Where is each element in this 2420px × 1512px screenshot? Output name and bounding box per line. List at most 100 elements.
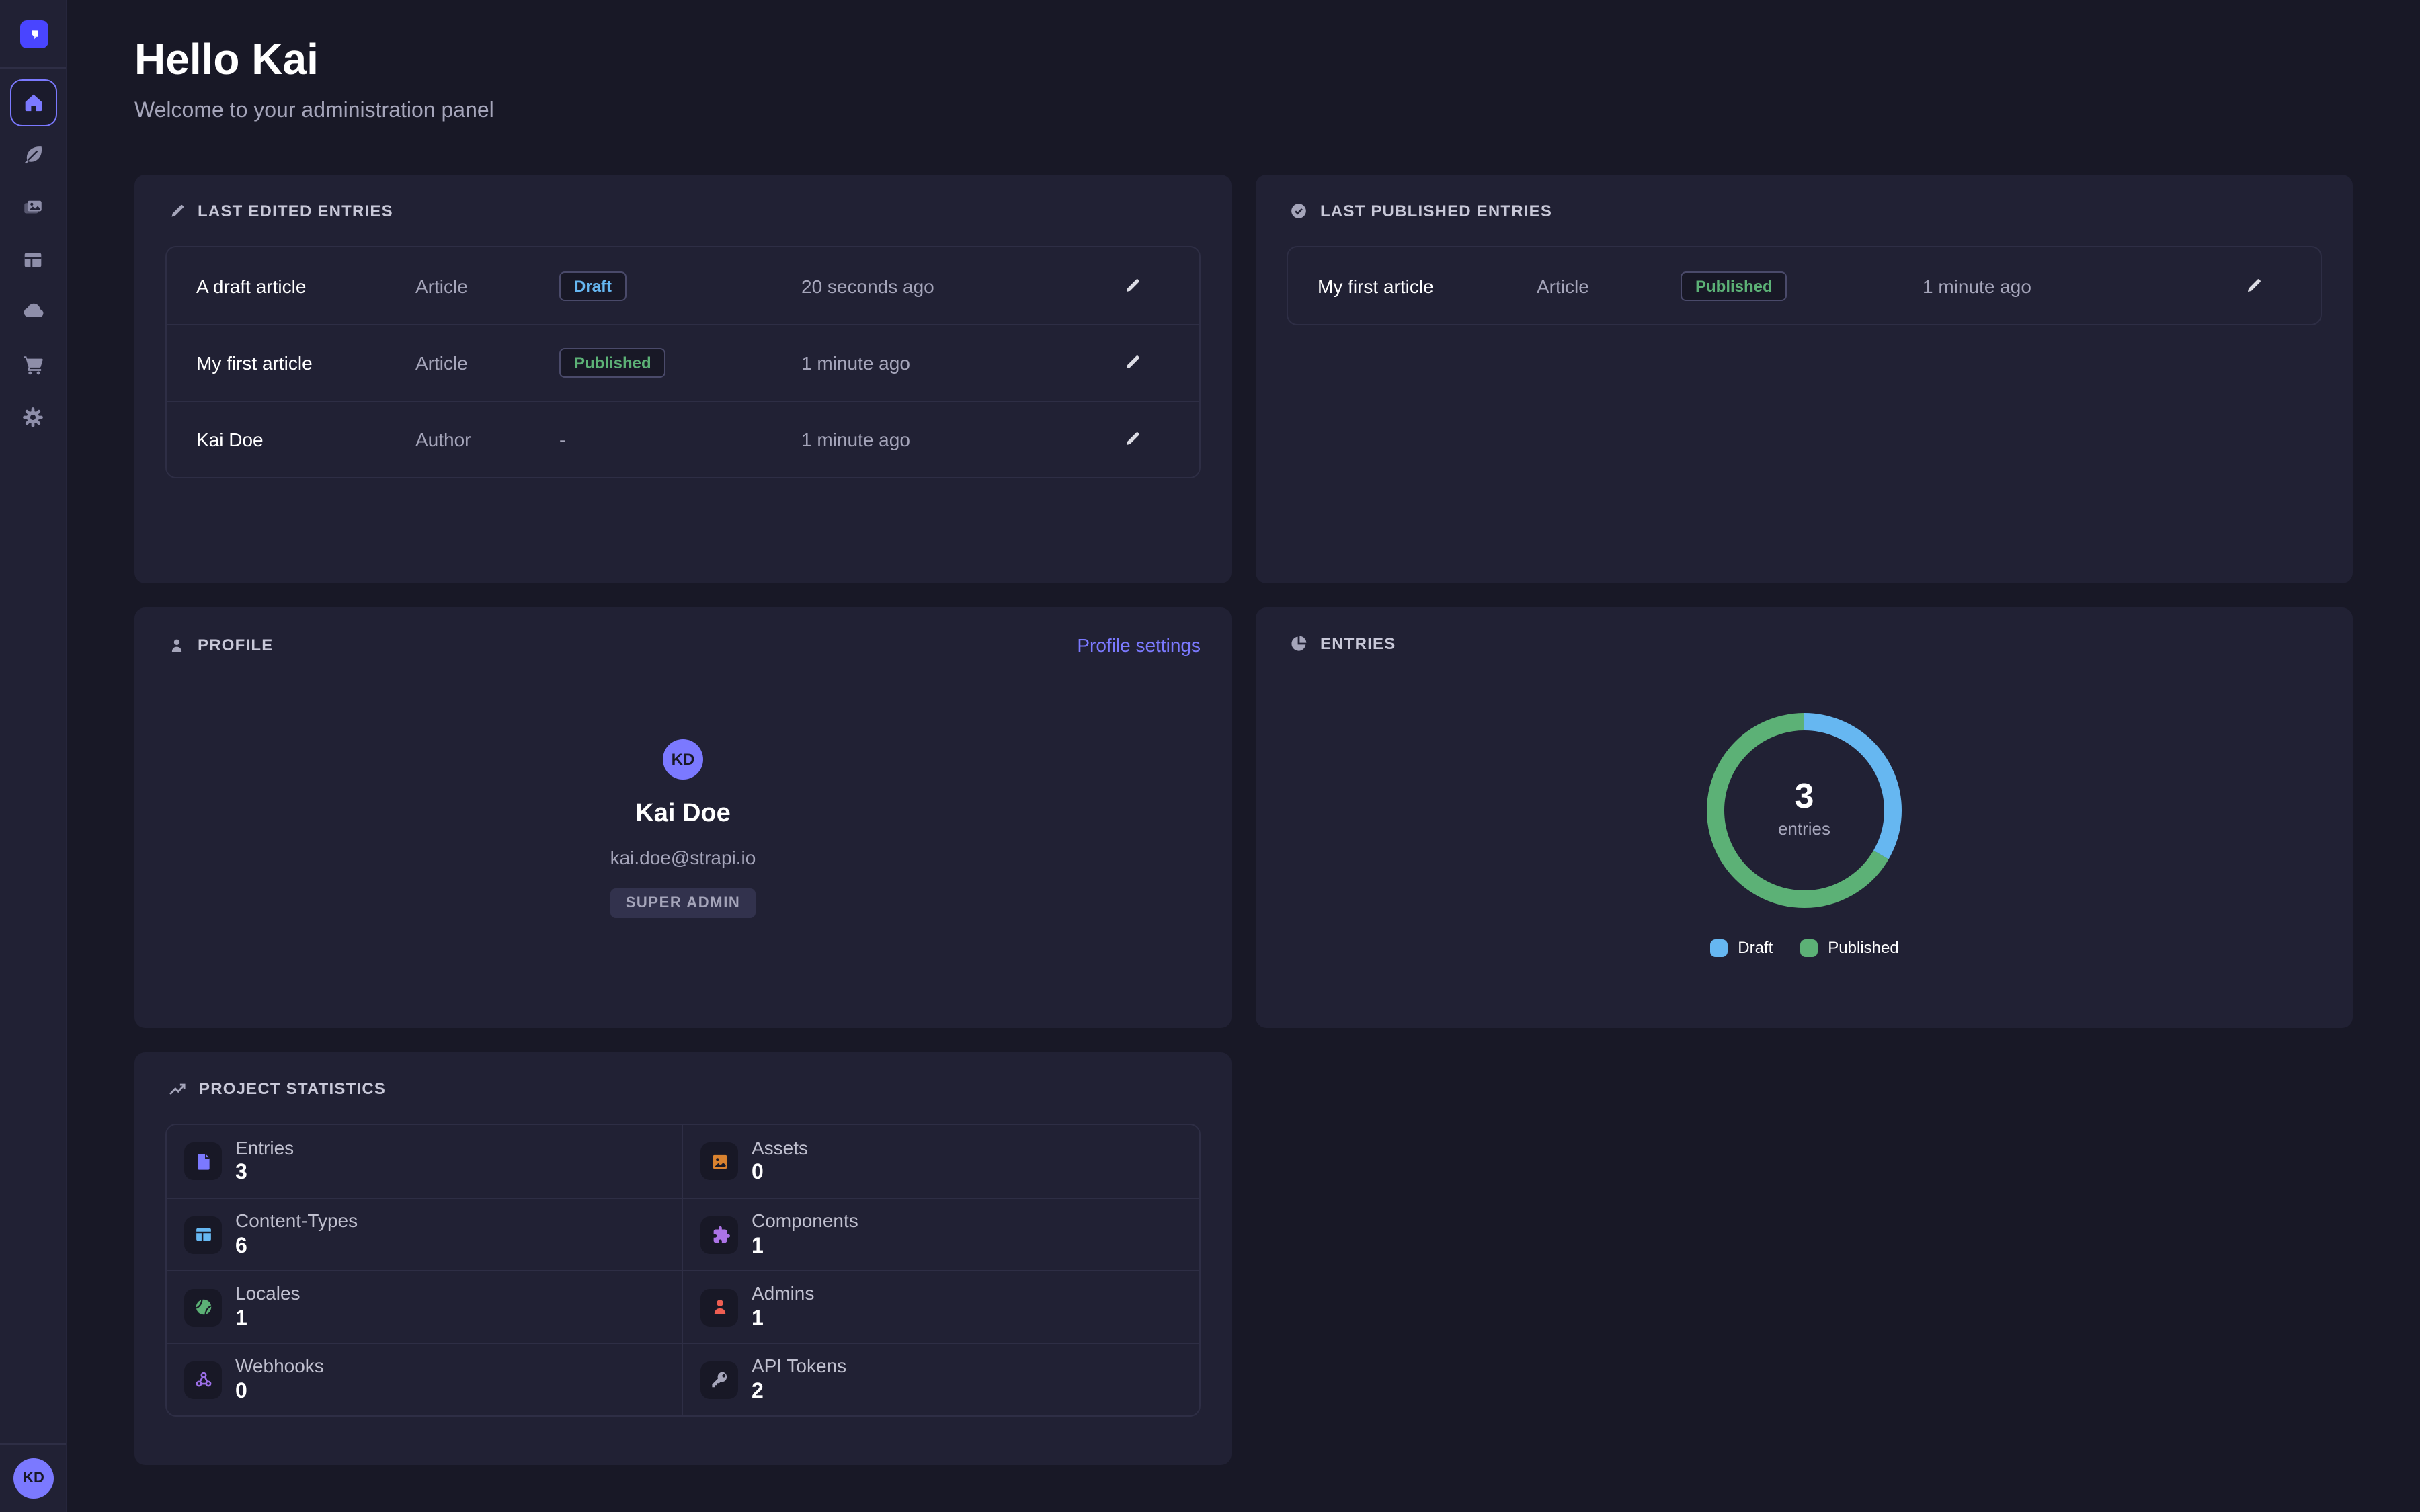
edit-entry-button[interactable] [2243,276,2262,295]
edit-entry-button[interactable] [1122,430,1141,449]
role-badge: SUPER ADMIN [611,888,756,918]
widget-title: ENTRIES [1320,634,1396,653]
stat-locales: Locales1 [167,1270,683,1343]
entry-title: A draft article [196,275,415,296]
sidebar-item-marketplace[interactable] [15,347,50,382]
sidebar-divider-top [0,67,66,69]
main-content: Hello Kai Welcome to your administration… [67,0,2420,1512]
entries-donut-chart: 3 entries [1703,710,1905,911]
pencil-icon [1122,430,1141,449]
stats-table: Entries3 Assets0 Content-Types6 [165,1124,1201,1417]
sidebar-item-media-library[interactable] [15,190,50,224]
pencil-icon [168,202,186,220]
legend-label: Draft [1738,938,1773,957]
picture-icon [700,1142,738,1180]
table-row: My first article Article Published 1 min… [167,324,1199,401]
shopping-cart-icon [22,353,44,376]
layout-icon [184,1216,222,1253]
stat-value: 0 [752,1161,808,1185]
entry-kind: Article [1537,275,1681,296]
widget-project-statistics: PROJECT STATISTICS Entries3 Assets0 [134,1052,1232,1465]
legend-swatch-draft [1709,939,1727,956]
sidebar-divider-bottom [0,1443,66,1445]
entries-table: A draft article Article Draft 20 seconds… [165,246,1201,478]
page-header: Hello Kai Welcome to your administration… [134,32,2353,126]
profile-avatar: KD [663,739,703,780]
stat-label: API Tokens [752,1355,846,1377]
stat-content-types: Content-Types6 [167,1198,683,1270]
widget-title: PROJECT STATISTICS [199,1079,386,1098]
donut-chart-area: 3 entries Draft Published [1256,653,2353,957]
entry-time: 1 minute ago [1923,275,2214,296]
document-icon [184,1142,222,1180]
webhook-icon [184,1361,222,1398]
stat-entries: Entries3 [167,1125,683,1198]
status-badge: Published [559,348,666,378]
legend-swatch-published [1800,939,1817,956]
donut-center-value: 3 [1795,777,1814,816]
feather-pen-icon [22,143,44,166]
entry-time: 20 seconds ago [801,275,1093,296]
profile-email: kai.doe@strapi.io [610,847,756,868]
stat-label: Components [752,1210,858,1232]
sidebar-item-cloud[interactable] [15,294,50,329]
layout-icon [22,248,44,271]
stat-label: Assets [752,1137,808,1159]
stat-webhooks: Webhooks 0 [167,1343,683,1415]
strapi-logo-icon [24,24,44,44]
widget-title: LAST EDITED ENTRIES [198,202,393,220]
table-row: A draft article Article Draft 20 seconds… [167,247,1199,324]
entry-title: My first article [1318,275,1537,296]
check-circle-icon [1289,202,1308,220]
status-empty: - [559,429,801,450]
pie-chart-icon [1289,634,1308,653]
entry-time: 1 minute ago [801,352,1093,374]
widget-last-published-entries: LAST PUBLISHED ENTRIES My first article … [1256,175,2353,583]
widget-header: PROFILE Profile settings [168,634,1201,656]
grid-empty-cell [1256,1052,2353,1465]
stat-label: Webhooks [235,1355,324,1377]
legend-label: Published [1828,938,1898,957]
user-avatar-menu[interactable]: KD [13,1458,54,1499]
widget-entries-chart: ENTRIES 3 entries Draft [1256,607,2353,1028]
legend-item-published: Published [1800,938,1898,957]
stat-value: 1 [752,1234,858,1259]
stat-value: 3 [235,1161,294,1185]
person-icon [168,636,186,654]
legend-item-draft: Draft [1709,938,1773,957]
profile-body: KD Kai Doe kai.doe@strapi.io SUPER ADMIN [134,656,1232,918]
widget-header: LAST EDITED ENTRIES [168,202,1201,220]
stat-label: Admins [752,1283,814,1304]
edit-entry-button[interactable] [1122,276,1141,295]
strapi-logo-button[interactable] [20,20,48,48]
edit-entry-button[interactable] [1122,353,1141,372]
stat-api-tokens: API Tokens2 [683,1343,1199,1415]
entries-table: My first article Article Published 1 min… [1287,246,2322,325]
stat-label: Entries [235,1137,294,1159]
profile-settings-link[interactable]: Profile settings [1077,634,1201,656]
entry-kind: Author [415,429,559,450]
status-badge: Draft [559,271,627,300]
sidebar-item-content-manager[interactable] [15,137,50,172]
entry-time: 1 minute ago [801,429,1093,450]
sidebar-item-settings[interactable] [15,399,50,434]
sidebar-item-content-type-builder[interactable] [15,242,50,277]
avatar-initials: KD [672,750,695,769]
page-subtitle: Welcome to your administration panel [134,97,2353,126]
stat-label: Locales [235,1283,300,1304]
stat-value: 6 [235,1234,358,1259]
sidebar-item-home[interactable] [9,79,56,126]
stat-value: 1 [752,1307,814,1331]
widget-grid: LAST EDITED ENTRIES A draft article Arti… [134,175,2353,1465]
stat-label: Content-Types [235,1210,358,1232]
widget-title: PROFILE [198,636,273,655]
globe-icon [184,1288,222,1326]
entry-title: Kai Doe [196,429,415,450]
entry-kind: Article [415,275,559,296]
status-badge: Published [1681,271,1787,300]
page-title: Hello Kai [134,32,2353,86]
stat-value: 0 [235,1380,324,1404]
key-icon [700,1361,738,1398]
widget-header: PROJECT STATISTICS [168,1079,1201,1098]
trending-up-icon [168,1079,187,1098]
